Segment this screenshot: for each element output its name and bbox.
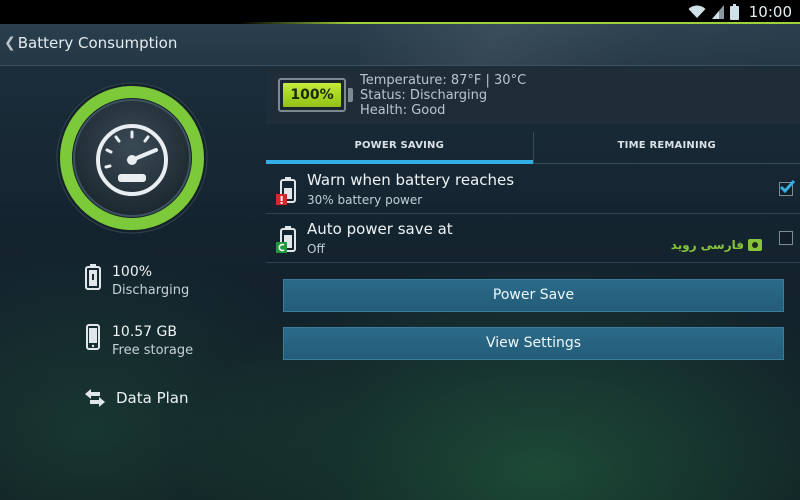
- setting-subtitle: 30% battery power: [307, 193, 423, 207]
- battery-temperature: Temperature: 87°F | 30°C: [360, 73, 527, 88]
- battery-status-panel: 100% Temperature: 87°F | 30°C Status: Di…: [266, 68, 800, 124]
- page-title: Battery Consumption: [17, 34, 178, 52]
- view-settings-button[interactable]: View Settings: [283, 327, 784, 360]
- battery-percent: 100%: [112, 264, 153, 280]
- battery-health: Health: Good: [360, 103, 446, 118]
- watermark-text: فارسی روید: [670, 238, 744, 252]
- battery-terminal: [348, 88, 353, 102]
- lock-icon: [748, 239, 762, 251]
- phone-icon: [86, 324, 100, 350]
- battery-level-text: 100%: [290, 87, 334, 103]
- checkmark-icon: [779, 180, 795, 194]
- battery-level-indicator: 100%: [278, 78, 346, 112]
- storage-label: Free storage: [112, 343, 194, 358]
- tab-time-remaining[interactable]: TIME REMAINING: [532, 132, 800, 163]
- status-icons: 10:00: [688, 2, 792, 22]
- status-bar: 10:00: [0, 0, 800, 24]
- clock: 10:00: [748, 3, 792, 21]
- battery-icon: [85, 264, 101, 290]
- storage-value: 10.57 GB: [112, 324, 177, 340]
- power-save-button[interactable]: Power Save: [283, 279, 784, 312]
- back-button[interactable]: ❮ Battery Consumption: [4, 34, 177, 52]
- battery-details: Temperature: 87°F | 30°C Status: Dischar…: [360, 73, 526, 118]
- battery-icon: [729, 4, 739, 20]
- battery-auto-icon: [276, 226, 296, 253]
- setting-title: Auto power save at: [307, 220, 453, 238]
- action-bar-shine: [360, 24, 800, 65]
- storage-summary: 10.57 GB Free storage: [84, 323, 193, 361]
- swap-arrows-icon: [85, 389, 105, 407]
- signal-icon: [711, 5, 724, 19]
- data-plan-button[interactable]: Data Plan: [84, 388, 189, 408]
- warn-battery-checkbox[interactable]: [779, 180, 795, 196]
- chevron-left-icon: ❮: [4, 35, 16, 51]
- data-plan-label: Data Plan: [116, 389, 189, 407]
- auto-power-save-checkbox[interactable]: [779, 231, 793, 245]
- setting-warn-battery[interactable]: Warn when battery reaches 30% battery po…: [266, 166, 800, 214]
- battery-warning-icon: [276, 177, 296, 205]
- setting-subtitle: Off: [307, 242, 325, 256]
- battery-level-fill: 100%: [283, 83, 341, 107]
- tab-power-saving[interactable]: POWER SAVING: [266, 132, 533, 164]
- wifi-icon: [688, 5, 706, 18]
- battery-state: Discharging: [112, 283, 190, 298]
- battery-summary: 100% Discharging: [84, 263, 189, 301]
- setting-title: Warn when battery reaches: [307, 171, 515, 189]
- tab-bar: POWER SAVING TIME REMAINING: [266, 132, 800, 164]
- battery-status: Status: Discharging: [360, 88, 488, 103]
- speedometer-gauge[interactable]: [56, 82, 208, 234]
- action-bar: ❮ Battery Consumption: [0, 24, 800, 66]
- setting-auto-power-save[interactable]: Auto power save at Off فارسی روید: [266, 215, 800, 263]
- watermark: فارسی روید: [671, 238, 762, 252]
